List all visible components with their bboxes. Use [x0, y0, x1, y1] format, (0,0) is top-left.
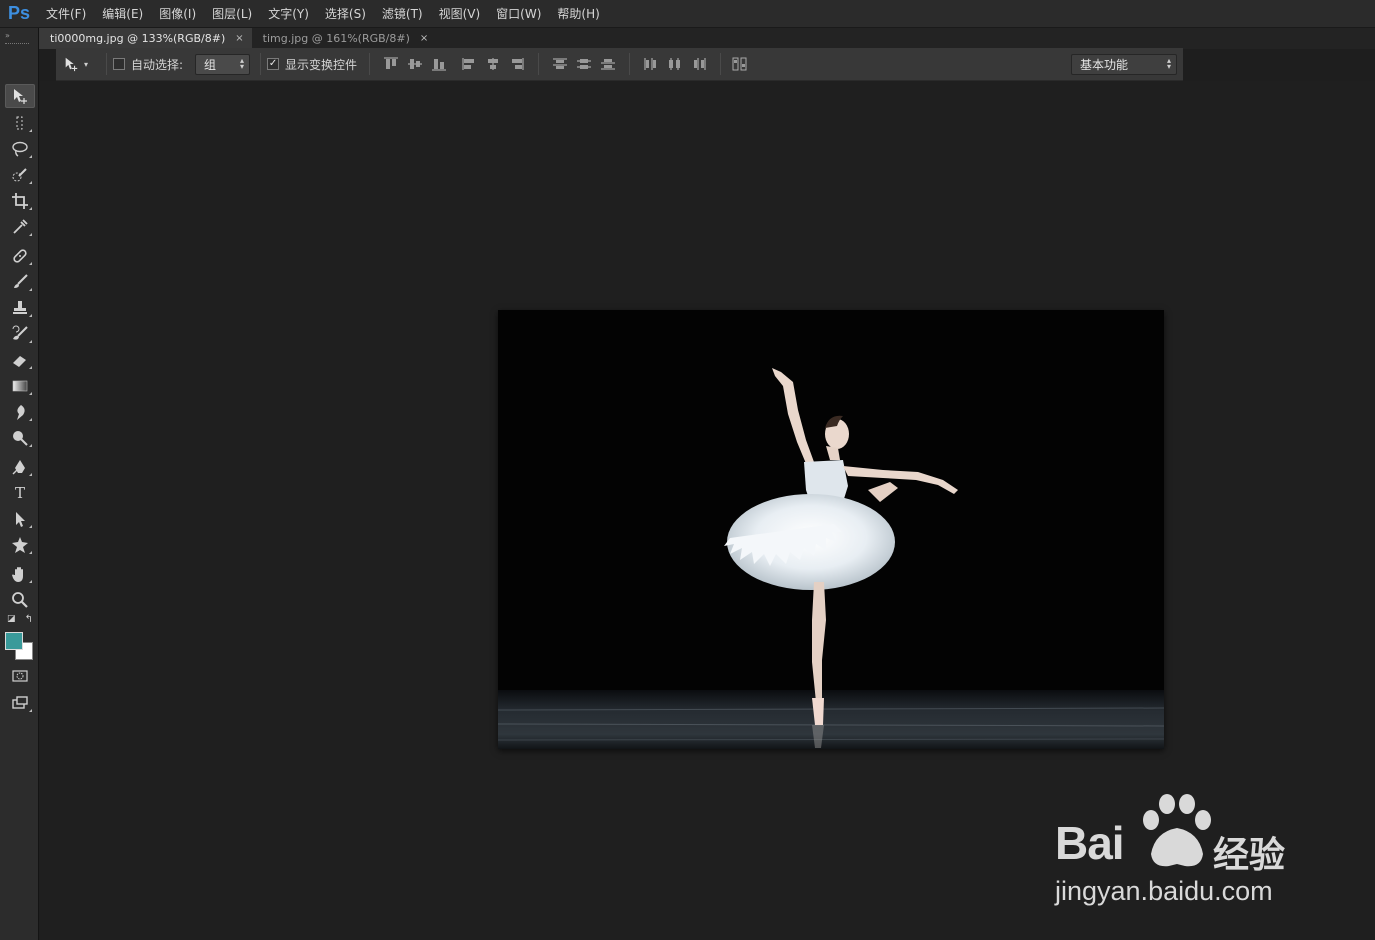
photoshop-logo: Ps — [7, 3, 31, 23]
show-transform-checkbox[interactable]: ✓ — [267, 58, 280, 70]
distribute-horizontal-centers-icon[interactable] — [666, 56, 684, 72]
tab-label: timg.jpg @ 161%(RGB/8#) — [262, 32, 410, 45]
quick-mask-tool-icon[interactable] — [5, 664, 35, 688]
distribute-right-edges-icon[interactable] — [690, 56, 708, 72]
menu-view[interactable]: 视图(V) — [431, 0, 489, 28]
distribute-vertical-group — [551, 56, 617, 72]
distribute-bottom-edges-icon[interactable] — [599, 56, 617, 72]
eyedropper-tool-icon[interactable] — [5, 215, 35, 239]
color-swap-controls[interactable]: ◪ ↰ — [5, 612, 35, 626]
updown-arrows-icon: ▴ ▾ — [1166, 56, 1171, 71]
menu-select[interactable]: 选择(S) — [317, 0, 374, 28]
workspace-switcher[interactable]: 基本功能 ▴ ▾ — [1071, 53, 1177, 75]
watermark-brand-suffix: 经验 — [1213, 835, 1286, 876]
menu-type[interactable]: 文字(Y) — [260, 0, 317, 28]
ballerina-photo — [498, 310, 1164, 749]
align-left-edges-icon[interactable] — [460, 56, 478, 72]
document-canvas[interactable] — [498, 310, 1164, 749]
dodge-tool-icon[interactable] — [5, 426, 35, 450]
menu-edit[interactable]: 编辑(E) — [94, 0, 151, 28]
tab-label: ti0000mg.jpg @ 133%(RGB/8#) — [50, 32, 226, 45]
history-brush-tool-icon[interactable] — [5, 322, 35, 346]
show-transform-label: 显示变换控件 — [285, 57, 358, 72]
move-tool-icon — [65, 57, 78, 72]
swap-colors-icon[interactable]: ↰ — [25, 614, 33, 625]
menu-bar: Ps 文件(F) 编辑(E) 图像(I) 图层(L) 文字(Y) 选择(S) 滤… — [0, 0, 1375, 28]
distribute-left-edges-icon[interactable] — [642, 56, 660, 72]
align-vertical-group — [382, 56, 448, 72]
toolbox: » T ◪ ↰ — [0, 28, 39, 940]
crop-tool-icon[interactable] — [5, 189, 35, 213]
tool-preset-picker[interactable]: ▾ — [56, 56, 100, 72]
auto-select-label: 自动选择: — [131, 57, 184, 72]
clone-stamp-tool-icon[interactable] — [5, 296, 35, 320]
close-tab-icon[interactable]: × — [235, 33, 243, 44]
quick-selection-tool-icon[interactable] — [5, 163, 35, 187]
document-tab-bar: ti0000mg.jpg @ 133%(RGB/8#) × timg.jpg @… — [39, 28, 1375, 49]
align-horizontal-group — [460, 56, 526, 72]
options-bar: ▾ 自动选择: 组 ▴ ▾ ✓ 显示变换控件 基本功能 ▴ ▾ — [56, 48, 1183, 81]
eraser-tool-icon[interactable] — [5, 348, 35, 372]
menu-image[interactable]: 图像(I) — [151, 0, 204, 28]
type-tool-icon[interactable]: T — [5, 481, 35, 505]
lasso-tool-icon[interactable] — [5, 137, 35, 161]
marquee-tool-icon[interactable] — [5, 111, 35, 135]
menu-filter[interactable]: 滤镜(T) — [374, 0, 431, 28]
watermark-brand: Bai — [1055, 817, 1125, 869]
align-right-edges-icon[interactable] — [508, 56, 526, 72]
distribute-horizontal-group — [642, 56, 708, 72]
custom-shape-tool-icon[interactable] — [5, 533, 35, 557]
chevron-down-icon: ▾ — [84, 59, 89, 69]
brush-tool-icon[interactable] — [5, 270, 35, 294]
align-horizontal-centers-icon[interactable] — [484, 56, 502, 72]
healing-brush-tool-icon[interactable] — [5, 244, 35, 268]
gradient-tool-icon[interactable] — [5, 374, 35, 398]
hand-tool-icon[interactable] — [5, 562, 35, 586]
expand-arrows-icon[interactable]: » — [5, 31, 38, 40]
path-selection-tool-icon[interactable] — [5, 507, 35, 531]
auto-select-value: 组 — [204, 57, 217, 72]
watermark-url: jingyan.baidu.com — [1055, 876, 1273, 906]
align-vertical-centers-icon[interactable] — [406, 56, 424, 72]
menu-help[interactable]: 帮助(H) — [549, 0, 607, 28]
toolbox-grip[interactable]: » — [0, 28, 38, 48]
screen-mode-tool-icon[interactable] — [5, 691, 35, 715]
menu-window[interactable]: 窗口(W) — [488, 0, 549, 28]
auto-select-dropdown[interactable]: 组 ▴ ▾ — [195, 53, 251, 75]
distribute-vertical-centers-icon[interactable] — [575, 56, 593, 72]
close-tab-icon[interactable]: × — [420, 33, 428, 44]
move-tool-icon[interactable] — [5, 84, 35, 108]
updown-arrows-icon: ▴ ▾ — [240, 56, 245, 71]
workspace-value: 基本功能 — [1080, 57, 1129, 72]
align-bottom-edges-icon[interactable] — [430, 56, 448, 72]
document-tab-inactive[interactable]: timg.jpg @ 161%(RGB/8#) × — [251, 28, 437, 49]
pen-tool-icon[interactable] — [5, 455, 35, 479]
blur-tool-icon[interactable] — [5, 400, 35, 424]
auto-align-layers-icon[interactable] — [731, 56, 749, 72]
zoom-tool-icon[interactable] — [5, 588, 35, 612]
default-colors-icon[interactable]: ◪ — [7, 614, 16, 624]
menu-layer[interactable]: 图层(L) — [204, 0, 260, 28]
baidu-jingyan-watermark: Bai 经验 jingyan.baidu.com — [1055, 792, 1305, 912]
auto-select-checkbox[interactable] — [113, 58, 125, 70]
align-top-edges-icon[interactable] — [382, 56, 400, 72]
distribute-top-edges-icon[interactable] — [551, 56, 569, 72]
menu-file[interactable]: 文件(F) — [38, 0, 94, 28]
document-tab-active[interactable]: ti0000mg.jpg @ 133%(RGB/8#) × — [39, 28, 252, 49]
foreground-color-swatch[interactable] — [5, 632, 23, 650]
